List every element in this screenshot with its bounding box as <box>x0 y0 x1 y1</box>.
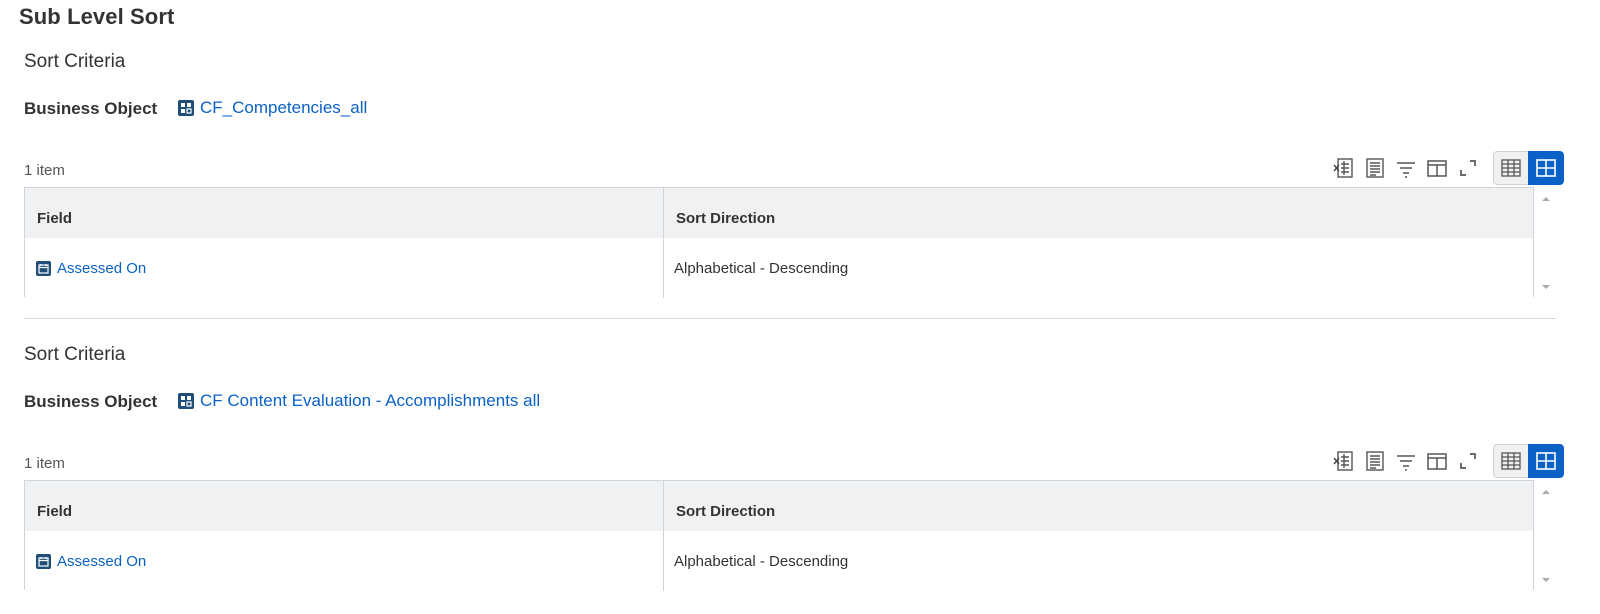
sort-criteria-table: Field Sort Direction Assessed On Alphabe… <box>24 480 1534 591</box>
business-object-icon <box>178 100 194 116</box>
table-view-icon[interactable] <box>1528 151 1564 185</box>
scroll-up-icon[interactable] <box>1539 192 1553 206</box>
table-header: Field Sort Direction <box>25 188 1533 239</box>
fullscreen-icon[interactable] <box>1454 447 1482 475</box>
sort-criteria-table: Field Sort Direction Assessed On Alphabe… <box>24 187 1534 298</box>
export-excel-icon[interactable] <box>1330 447 1358 475</box>
scroll-down-icon[interactable] <box>1539 280 1553 294</box>
field-value: Assessed On <box>57 553 147 570</box>
column-header-sort-direction[interactable]: Sort Direction <box>676 503 775 520</box>
filter-icon[interactable] <box>1392 154 1420 182</box>
view-toggle <box>1493 151 1564 185</box>
business-object-label: Business Object <box>24 392 158 411</box>
column-header-sort-direction[interactable]: Sort Direction <box>676 210 775 227</box>
business-object-value: CF_Competencies_all <box>200 98 368 117</box>
section-title: Sort Criteria <box>24 344 126 365</box>
field-value: Assessed On <box>57 260 147 277</box>
filter-icon[interactable] <box>1392 447 1420 475</box>
field-link[interactable]: Assessed On <box>36 260 146 277</box>
sort-direction-value: Alphabetical - Descending <box>674 553 849 570</box>
scroll-up-icon[interactable] <box>1539 485 1553 499</box>
business-object-value: CF Content Evaluation - Accomplishments … <box>200 391 541 410</box>
columns-icon[interactable] <box>1423 154 1451 182</box>
grid-view-icon[interactable] <box>1493 444 1528 478</box>
table-row: Assessed On Alphabetical - Descending <box>25 531 1533 591</box>
calendar-icon <box>36 554 51 569</box>
export-pdf-icon[interactable] <box>1361 447 1389 475</box>
business-object-link[interactable]: CF_Competencies_all <box>178 98 367 118</box>
business-object-icon <box>178 393 194 409</box>
columns-icon[interactable] <box>1423 447 1451 475</box>
sort-criteria-section: Sort Criteria Business Object CF Content… <box>0 293 1600 593</box>
grid-toolbar <box>1330 444 1564 478</box>
sort-direction-value: Alphabetical - Descending <box>674 260 849 277</box>
table-view-icon[interactable] <box>1528 444 1564 478</box>
table-header: Field Sort Direction <box>25 481 1533 532</box>
section-title: Sort Criteria <box>24 51 126 72</box>
item-count: 1 item <box>24 455 65 472</box>
field-link[interactable]: Assessed On <box>36 553 146 570</box>
column-header-field[interactable]: Field <box>37 503 72 520</box>
export-excel-icon[interactable] <box>1330 154 1358 182</box>
business-object-link[interactable]: CF Content Evaluation - Accomplishments … <box>178 391 540 411</box>
view-toggle <box>1493 444 1564 478</box>
business-object-label: Business Object <box>24 99 158 118</box>
grid-toolbar <box>1330 151 1564 185</box>
item-count: 1 item <box>24 162 65 179</box>
column-header-field[interactable]: Field <box>37 210 72 227</box>
fullscreen-icon[interactable] <box>1454 154 1482 182</box>
calendar-icon <box>36 261 51 276</box>
scroll-down-icon[interactable] <box>1539 573 1553 587</box>
sort-criteria-section: Sort Criteria Business Object CF_Compete… <box>0 0 1600 300</box>
grid-view-icon[interactable] <box>1493 151 1528 185</box>
export-pdf-icon[interactable] <box>1361 154 1389 182</box>
table-row: Assessed On Alphabetical - Descending <box>25 238 1533 298</box>
